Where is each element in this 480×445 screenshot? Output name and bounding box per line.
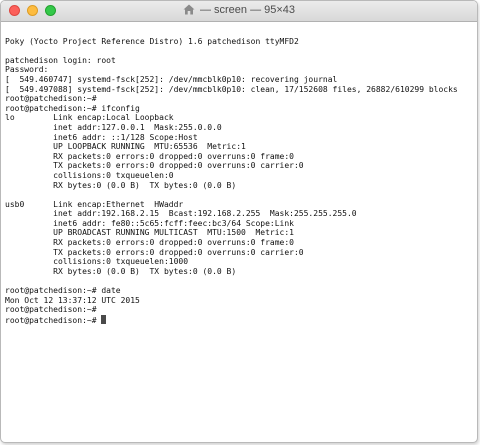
terminal-line: inet addr:127.0.0.1 Mask:255.0.0.0 xyxy=(5,122,222,132)
terminal-line: collisions:0 txqueuelen:0 xyxy=(5,170,174,180)
terminal-line: RX packets:0 errors:0 dropped:0 overruns… xyxy=(5,151,294,161)
terminal-line: Mon Oct 12 13:37:12 UTC 2015 xyxy=(5,295,140,305)
terminal-line: Password: xyxy=(5,65,49,75)
terminal-line: RX bytes:0 (0.0 B) TX bytes:0 (0.0 B) xyxy=(5,180,237,190)
terminal-line: inet6 addr: fe80::5c65:fcff:feec:bc3/64 … xyxy=(5,218,294,228)
terminal-line: [ 549.460747] systemd-fsck[252]: /dev/mm… xyxy=(5,74,338,84)
window-title: — screen — 95×43 xyxy=(199,4,296,16)
terminal-line: RX bytes:0 (0.0 B) TX bytes:0 (0.0 B) xyxy=(5,266,237,276)
prompt-text: root@patchedison:~# xyxy=(5,315,102,325)
terminal-line: TX packets:0 errors:0 dropped:0 overruns… xyxy=(5,247,304,257)
terminal-prompt-line[interactable]: root@patchedison:~# xyxy=(5,314,475,325)
terminal-line: UP BROADCAST RUNNING MULTICAST MTU:1500 … xyxy=(5,228,294,238)
text-cursor xyxy=(101,314,107,324)
window-title-area: — screen — 95×43 xyxy=(1,4,477,16)
terminal-line: root@patchedison:~# xyxy=(5,94,97,104)
home-folder-icon xyxy=(183,4,195,15)
title-bar[interactable]: — screen — 95×43 xyxy=(1,1,477,22)
terminal-content[interactable]: Poky (Yocto Project Reference Distro) 1.… xyxy=(5,27,475,437)
terminal-line: patchedison login: root xyxy=(5,55,116,65)
terminal-line: inet6 addr: ::1/128 Scope:Host xyxy=(5,132,198,142)
terminal-line: collisions:0 txqueuelen:1000 xyxy=(5,257,189,267)
terminal-line: TX packets:0 errors:0 dropped:0 overruns… xyxy=(5,161,304,171)
terminal-window: — screen — 95×43 Poky (Yocto Project Ref… xyxy=(0,0,478,443)
terminal-line: root@patchedison:~# xyxy=(5,305,97,315)
terminal-line: inet addr:192.168.2.15 Bcast:192.168.2.2… xyxy=(5,209,357,219)
terminal-line: Poky (Yocto Project Reference Distro) 1.… xyxy=(5,36,299,46)
terminal-line: UP LOOPBACK RUNNING MTU:65536 Metric:1 xyxy=(5,142,246,152)
terminal-line: root@patchedison:~# ifconfig xyxy=(5,103,140,113)
terminal-line: lo Link encap:Local Loopback xyxy=(5,113,174,123)
terminal-line: usb0 Link encap:Ethernet HWaddr xyxy=(5,199,184,209)
terminal-line: [ 549.497088] systemd-fsck[252]: /dev/mm… xyxy=(5,84,458,94)
terminal-line: root@patchedison:~# date xyxy=(5,286,121,296)
terminal-line: RX packets:0 errors:0 dropped:0 overruns… xyxy=(5,238,294,248)
